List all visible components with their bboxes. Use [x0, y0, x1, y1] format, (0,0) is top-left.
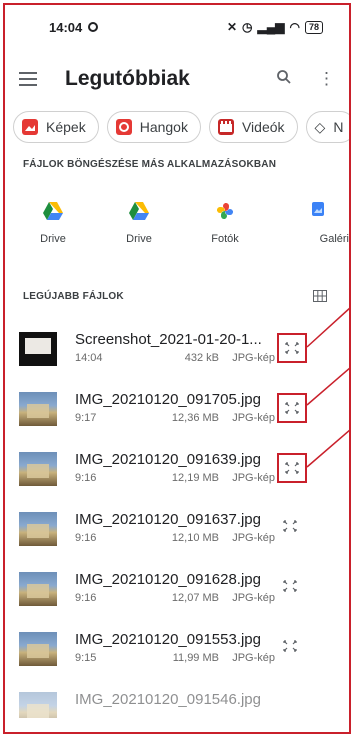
file-time: 9:16: [75, 472, 97, 484]
image-icon: [22, 119, 38, 135]
file-size: 12,07 MB: [171, 592, 219, 604]
status-bar: 14:04 ✕ ◷ ▂▄▆ ◠ 78: [5, 5, 349, 49]
file-time: 9:15: [75, 652, 97, 664]
expand-button[interactable]: [277, 513, 307, 543]
drive-icon: [42, 201, 64, 221]
file-time: 9:17: [75, 412, 97, 424]
file-size: 12,36 MB: [171, 412, 219, 424]
app-shortcuts: Drive Drive Fotók Galéri: [5, 181, 349, 261]
file-time: 9:16: [75, 532, 97, 544]
screenshot-thumbnail: [19, 332, 57, 366]
app-drive-2[interactable]: Drive: [99, 181, 179, 245]
expand-button[interactable]: [277, 453, 307, 483]
alarm-icon: [88, 22, 99, 32]
expand-button[interactable]: [277, 333, 307, 363]
file-size: 12,10 MB: [171, 532, 219, 544]
expand-icon: [283, 640, 297, 652]
app-gallery[interactable]: Galéri: [273, 181, 349, 245]
expand-icon: [285, 402, 299, 414]
file-type: JPG-kép: [232, 532, 275, 544]
file-type: JPG-kép: [232, 352, 275, 364]
file-type: JPG-kép: [232, 472, 275, 484]
app-drive-1[interactable]: Drive: [13, 181, 93, 245]
battery-icon: 78: [304, 20, 323, 34]
drive-icon: [128, 201, 150, 221]
search-icon[interactable]: [276, 69, 292, 90]
expand-button[interactable]: [277, 573, 307, 603]
expand-icon: [285, 462, 299, 474]
file-row[interactable]: IMG_20210120_091705.jpg 9:17 12,36 MB JP…: [5, 380, 349, 440]
expand-icon: [283, 520, 297, 532]
page-title: Legutóbbiak: [65, 67, 190, 90]
chip-tagged[interactable]: ◇ N: [305, 111, 349, 143]
tag-icon: ◇: [314, 118, 326, 135]
recent-files-list: Screenshot_2021-01-20-1... 14:04 432 kB …: [5, 320, 349, 732]
file-name: IMG_20210120_091546.jpg: [75, 691, 261, 708]
file-type: JPG-kép: [232, 652, 275, 664]
expand-icon: [285, 342, 299, 354]
file-name: IMG_20210120_091553.jpg: [75, 631, 261, 648]
file-size: 12,19 MB: [171, 472, 219, 484]
photo-thumbnail: [19, 392, 57, 426]
chip-images[interactable]: Képek: [13, 111, 99, 143]
file-row[interactable]: IMG_20210120_091639.jpg 9:16 12,19 MB JP…: [5, 440, 349, 500]
file-size: 11,99 MB: [172, 652, 219, 664]
grid-view-icon[interactable]: [313, 289, 327, 302]
chip-videos[interactable]: Videók: [208, 111, 298, 143]
file-name: IMG_20210120_091705.jpg: [75, 391, 261, 408]
expand-icon: [283, 580, 297, 592]
navigation-bar: [5, 718, 349, 732]
photo-thumbnail: [19, 512, 57, 546]
wifi-icon: ◠: [289, 20, 300, 34]
file-time: 9:16: [75, 592, 97, 604]
file-row[interactable]: IMG_20210120_091628.jpg 9:16 12,07 MB JP…: [5, 560, 349, 620]
app-photos[interactable]: Fotók: [185, 181, 265, 245]
file-row[interactable]: IMG_20210120_091553.jpg 9:15 11,99 MB JP…: [5, 620, 349, 680]
file-type: JPG-kép: [232, 592, 275, 604]
file-name: IMG_20210120_091628.jpg: [75, 571, 261, 588]
recent-section-title: LEGÚJABB FÁJLOK: [23, 291, 124, 302]
file-type: JPG-kép: [232, 412, 275, 424]
chip-audio[interactable]: Hangok: [106, 111, 201, 143]
mute-icon: ✕: [226, 20, 238, 34]
photo-thumbnail: [19, 632, 57, 666]
file-row[interactable]: Screenshot_2021-01-20-1... 14:04 432 kB …: [5, 320, 349, 380]
alarm-clock-icon: ◷: [242, 20, 253, 34]
photos-icon: [214, 201, 236, 221]
file-time: 14:04: [75, 352, 103, 364]
video-icon: [217, 119, 234, 135]
gallery-icon: [311, 201, 325, 221]
browse-section-title: FÁJLOK BÖNGÉSZÉSE MÁS ALKALMAZÁSOKBAN: [23, 159, 277, 170]
category-chips: Képek Hangok Videók ◇ N: [13, 111, 349, 143]
file-name: IMG_20210120_091639.jpg: [75, 451, 261, 468]
file-name: Screenshot_2021-01-20-1...: [75, 331, 262, 348]
photo-thumbnail: [19, 572, 57, 606]
annotation-lines: [306, 307, 349, 468]
expand-button[interactable]: [277, 633, 307, 663]
menu-icon[interactable]: [19, 72, 37, 86]
more-options-icon[interactable]: ⋮: [318, 69, 335, 89]
expand-button[interactable]: [277, 393, 307, 423]
signal-icon: ▂▄▆: [257, 20, 285, 34]
screen-frame: 14:04 ✕ ◷ ▂▄▆ ◠ 78 Legutóbbiak ⋮ Képek H…: [3, 3, 351, 734]
file-row[interactable]: IMG_20210120_091637.jpg 9:16 12,10 MB JP…: [5, 500, 349, 560]
app-bar: Legutóbbiak ⋮: [5, 49, 349, 109]
status-time: 14:04: [49, 19, 83, 35]
photo-thumbnail: [19, 452, 57, 486]
file-size: 432 kB: [184, 352, 219, 364]
file-name: IMG_20210120_091637.jpg: [75, 511, 261, 528]
audio-icon: [115, 119, 132, 135]
